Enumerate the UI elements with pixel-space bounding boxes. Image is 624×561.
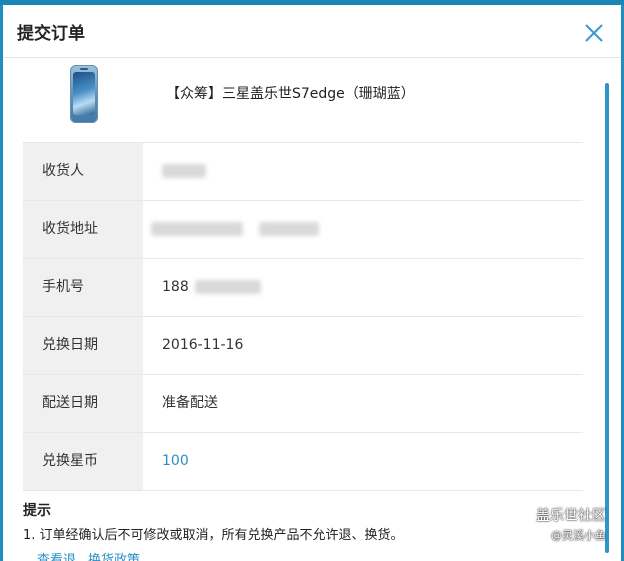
phone-speaker xyxy=(80,68,88,70)
recipient-label: 收货人 xyxy=(23,143,143,200)
star-coins-value: 100 xyxy=(162,453,189,469)
product-summary: 【众筹】三星盖乐世S7edge（珊瑚蓝） xyxy=(23,61,583,141)
row-exchange-date: 兑换日期 2016-11-16 xyxy=(23,317,583,375)
return-policy-link[interactable]: 查看退 xyxy=(37,553,76,561)
redacted-address-part1 xyxy=(151,222,243,236)
watermark-author: @灵溪小鱼 xyxy=(551,529,606,542)
watermark: 盖乐世社区 @灵溪小鱼 xyxy=(536,505,606,543)
close-icon xyxy=(585,24,603,42)
phone-value: 188 xyxy=(162,259,262,316)
redacted-phone xyxy=(195,280,262,294)
tips-links: 查看退 换货政策 xyxy=(37,549,583,561)
phone-screen xyxy=(73,72,95,115)
delivery-date-label: 配送日期 xyxy=(23,375,143,432)
tips-section: 提示 1. 订单经确认后不可修改或取消，所有兑换产品不允许退、换货。 查看退 换货… xyxy=(23,500,583,561)
watermark-community: 盖乐世社区 xyxy=(536,508,606,524)
exchange-date-value: 2016-11-16 xyxy=(162,337,244,353)
phone-label: 手机号 xyxy=(23,259,143,316)
phone-prefix: 188 xyxy=(162,279,189,295)
product-image xyxy=(70,65,98,123)
product-name: 【众筹】三星盖乐世S7edge（珊瑚蓝） xyxy=(166,86,415,102)
row-star-coins: 兑换星币 100 xyxy=(23,433,583,491)
row-phone: 手机号 188 xyxy=(23,259,583,317)
submit-order-dialog: 提交订单 【众筹】三星盖乐世S7edge（珊瑚蓝） 收货人 收货地址 手机号 1… xyxy=(3,5,621,561)
address-label: 收货地址 xyxy=(23,201,143,258)
row-recipient: 收货人 xyxy=(23,142,583,201)
star-coins-label: 兑换星币 xyxy=(23,433,143,490)
close-button[interactable] xyxy=(583,22,605,44)
row-address: 收货地址 xyxy=(23,201,583,259)
redacted-address-part2 xyxy=(259,222,320,236)
recipient-value xyxy=(162,143,206,200)
order-info-table: 收货人 收货地址 手机号 188 兑换日期 2016-11-16 配送日期 准备… xyxy=(23,142,583,491)
redacted-recipient xyxy=(162,164,206,178)
exchange-date-label: 兑换日期 xyxy=(23,317,143,374)
tips-line-1: 1. 订单经确认后不可修改或取消，所有兑换产品不允许退、换货。 xyxy=(23,528,404,543)
address-value xyxy=(151,201,320,258)
dialog-title: 提交订单 xyxy=(17,24,85,44)
dialog-header: 提交订单 xyxy=(3,5,621,58)
scrollbar[interactable] xyxy=(605,83,609,553)
delivery-date-value: 准备配送 xyxy=(162,395,218,411)
exchange-policy-link[interactable]: 换货政策 xyxy=(88,553,140,561)
row-delivery-date: 配送日期 准备配送 xyxy=(23,375,583,433)
tips-title: 提示 xyxy=(23,503,51,519)
